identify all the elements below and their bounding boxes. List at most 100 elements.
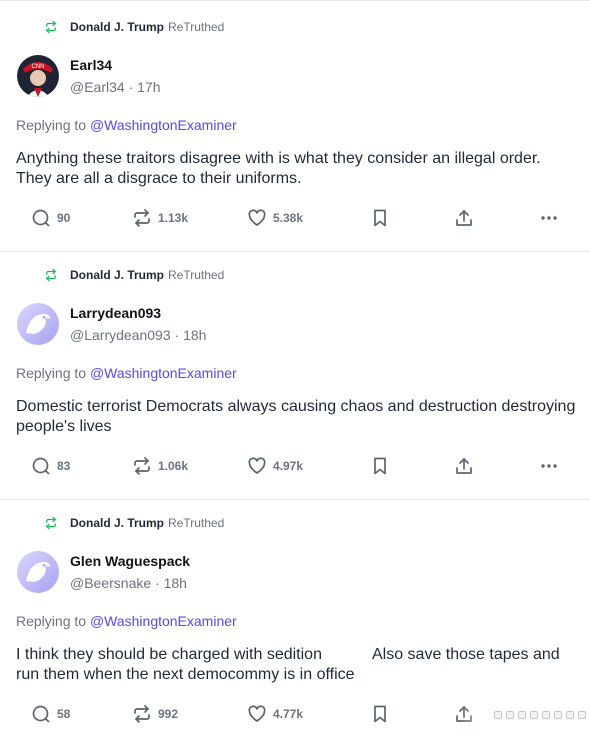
share-icon bbox=[456, 210, 472, 226]
avatar[interactable] bbox=[17, 303, 59, 345]
retruth-header: Donald J. Trump ReTruthed bbox=[44, 18, 224, 36]
replying-to-link[interactable]: @WashingtonExaminer bbox=[90, 365, 237, 381]
profile-photo-icon: CNN bbox=[17, 55, 59, 97]
avatar[interactable]: CNN bbox=[17, 55, 59, 97]
retruth-button[interactable]: 1.13k bbox=[132, 206, 188, 230]
default-eagle-avatar-icon bbox=[17, 551, 59, 593]
more-options-button[interactable] bbox=[539, 454, 559, 478]
retruth-label: ReTruthed bbox=[168, 20, 225, 34]
author-handle-line: @Beersnake · 18h bbox=[70, 574, 190, 592]
action-bar: 90 1.13k 5.38k bbox=[0, 206, 590, 230]
author-handle-line: @Earl34 · 17h bbox=[70, 78, 161, 96]
action-bar: 83 1.06k 4.97k bbox=[0, 454, 590, 478]
heart-icon bbox=[248, 457, 266, 474]
bookmark-icon bbox=[374, 705, 386, 723]
more-dots-icon bbox=[541, 464, 557, 468]
like-count: 4.97k bbox=[273, 459, 304, 473]
post-card[interactable]: Donald J. Trump ReTruthed CNN Earl34 @Ea… bbox=[0, 4, 590, 252]
replying-prefix: Replying to bbox=[16, 613, 87, 629]
like-button[interactable]: 4.97k bbox=[247, 454, 303, 478]
author-display-name[interactable]: Larrydean093 bbox=[70, 304, 206, 322]
post-time: · 17h bbox=[128, 79, 161, 95]
author-display-name[interactable]: Glen Waguespack bbox=[70, 552, 190, 570]
like-button[interactable]: 4.77k bbox=[247, 702, 303, 726]
bookmark-button[interactable] bbox=[370, 702, 390, 726]
retruth-user-name[interactable]: Donald J. Trump bbox=[70, 516, 164, 530]
bookmark-button[interactable] bbox=[370, 454, 390, 478]
default-eagle-avatar-icon bbox=[17, 303, 59, 345]
indicator-dot bbox=[542, 711, 550, 719]
indicator-dot bbox=[578, 711, 586, 719]
retruth-icon bbox=[46, 268, 56, 282]
reply-icon bbox=[32, 209, 50, 227]
reply-button[interactable]: 58 bbox=[31, 702, 70, 726]
bookmark-button[interactable] bbox=[370, 206, 390, 230]
retruth-button[interactable]: 1.06k bbox=[132, 454, 188, 478]
indicator-dot bbox=[554, 711, 562, 719]
post-card[interactable]: Donald J. Trump ReTruthed Larrydean093 @… bbox=[0, 252, 590, 500]
post-text: Domestic terrorist Democrats always caus… bbox=[16, 398, 576, 435]
bookmark-icon bbox=[374, 457, 386, 475]
post-text: Anything these traitors disagree with is… bbox=[16, 150, 541, 187]
replying-to: Replying to @WashingtonExaminer bbox=[16, 613, 237, 629]
retruth-action-icon bbox=[134, 209, 150, 227]
retruth-action-icon bbox=[134, 457, 150, 475]
reply-button[interactable]: 90 bbox=[31, 206, 70, 230]
retruth-count: 992 bbox=[158, 707, 179, 721]
author-info: Glen Waguespack @Beersnake · 18h bbox=[70, 552, 190, 592]
replying-to-link[interactable]: @WashingtonExaminer bbox=[90, 613, 237, 629]
more-options-button[interactable] bbox=[539, 206, 559, 230]
share-icon bbox=[456, 458, 472, 474]
author-handle[interactable]: @Larrydean093 bbox=[70, 327, 171, 343]
truth-feed: Donald J. Trump ReTruthed CNN Earl34 @Ea… bbox=[0, 0, 590, 741]
more-dots-icon bbox=[541, 216, 557, 220]
retruth-action-icon bbox=[134, 705, 150, 723]
retruth-user-name[interactable]: Donald J. Trump bbox=[70, 268, 164, 282]
author-handle[interactable]: @Beersnake bbox=[70, 575, 151, 591]
share-button[interactable] bbox=[454, 454, 474, 478]
retruth-header: Donald J. Trump ReTruthed bbox=[44, 514, 224, 532]
retruth-label: ReTruthed bbox=[168, 516, 225, 530]
retruth-button[interactable]: 992 bbox=[132, 702, 178, 726]
retruth-count: 1.13k bbox=[158, 211, 189, 225]
indicator-dot bbox=[566, 711, 574, 719]
indicator-dot bbox=[494, 711, 502, 719]
heart-icon bbox=[248, 705, 266, 722]
retruth-count: 1.06k bbox=[158, 459, 189, 473]
retruth-user-name[interactable]: Donald J. Trump bbox=[70, 20, 164, 34]
author-display-name[interactable]: Earl34 bbox=[70, 56, 161, 74]
like-button[interactable]: 5.38k bbox=[247, 206, 303, 230]
author-info: Earl34 @Earl34 · 17h bbox=[70, 56, 161, 96]
post-time: · 18h bbox=[155, 575, 187, 591]
replying-to: Replying to @WashingtonExaminer bbox=[16, 117, 237, 133]
retruth-label: ReTruthed bbox=[168, 268, 225, 282]
svg-text:CNN: CNN bbox=[32, 64, 45, 70]
like-count: 4.77k bbox=[273, 707, 304, 721]
page-indicator bbox=[490, 711, 586, 719]
reply-icon bbox=[32, 457, 50, 475]
reply-button[interactable]: 83 bbox=[31, 454, 70, 478]
reply-icon bbox=[32, 705, 50, 723]
post-time: · 18h bbox=[174, 327, 207, 343]
avatar[interactable] bbox=[17, 551, 59, 593]
retruth-icon bbox=[46, 516, 56, 530]
replying-to-link[interactable]: @WashingtonExaminer bbox=[90, 117, 237, 133]
indicator-dot bbox=[518, 711, 526, 719]
post-card[interactable]: Donald J. Trump ReTruthed Glen Waguespac… bbox=[0, 500, 590, 741]
share-button[interactable] bbox=[454, 206, 474, 230]
post-text: I think they should be charged with sedi… bbox=[16, 645, 576, 685]
retruth-header: Donald J. Trump ReTruthed bbox=[44, 266, 224, 284]
indicator-dot bbox=[530, 711, 538, 719]
heart-icon bbox=[248, 209, 266, 226]
bookmark-icon bbox=[374, 209, 386, 227]
reply-count: 83 bbox=[57, 459, 71, 473]
replying-prefix: Replying to bbox=[16, 365, 87, 381]
indicator-dot bbox=[506, 711, 514, 719]
author-info: Larrydean093 @Larrydean093 · 18h bbox=[70, 304, 206, 344]
reply-count: 58 bbox=[57, 707, 71, 721]
retruth-icon bbox=[46, 20, 56, 34]
replying-prefix: Replying to bbox=[16, 117, 87, 133]
post-text-part1: I think they should be charged with sedi… bbox=[16, 646, 322, 663]
author-handle[interactable]: @Earl34 bbox=[70, 79, 125, 95]
reply-count: 90 bbox=[57, 211, 71, 225]
